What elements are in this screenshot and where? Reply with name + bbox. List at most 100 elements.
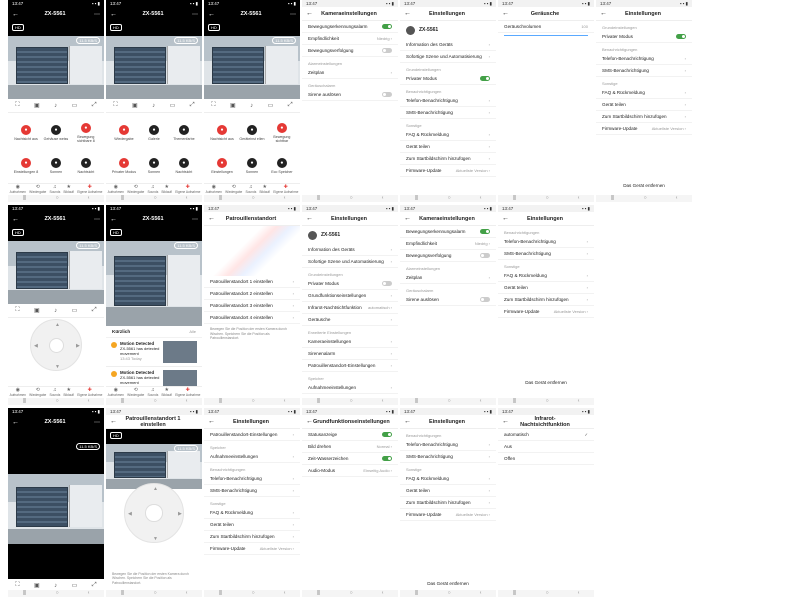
back-nav-icon[interactable]: ‹: [578, 398, 580, 405]
back-nav-icon[interactable]: ‹: [480, 590, 482, 597]
screenshot-icon[interactable]: ▣: [230, 102, 236, 109]
settings-row[interactable]: Zeit-Wasserzeichen: [302, 453, 398, 465]
home-icon[interactable]: ○: [448, 195, 451, 202]
feature-tile[interactable]: ● Sonnen: [41, 149, 71, 182]
recents-icon[interactable]: |||: [23, 195, 27, 202]
settings-row[interactable]: FAQ & Rückmeldung ›: [596, 87, 692, 99]
feature-tile[interactable]: ● Wiedergabe: [109, 116, 139, 149]
settings-row[interactable]: Firmware-Update Aktuellste Version ›: [204, 543, 300, 555]
bottom-nav-item[interactable]: ◉ Aufnahmen: [10, 184, 26, 195]
settings-row[interactable]: Zum Startbildschirm hinzufügen ›: [596, 111, 692, 123]
back-icon[interactable]: ←: [404, 418, 414, 425]
recents-icon[interactable]: |||: [121, 398, 125, 405]
feature-tile[interactable]: ● Nachtsicht aus: [11, 116, 41, 149]
bottom-nav-item[interactable]: ◉ Aufnahmen: [206, 184, 222, 195]
microphone-icon[interactable]: ♪: [54, 308, 57, 314]
bottom-nav-item[interactable]: ★ Bildaufl: [260, 184, 270, 195]
record-icon[interactable]: ▭: [72, 582, 78, 589]
home-icon[interactable]: ○: [448, 398, 451, 405]
settings-row[interactable]: Privater Modus: [302, 278, 398, 290]
back-icon[interactable]: ←: [12, 419, 22, 426]
option-row[interactable]: Aus: [498, 441, 594, 453]
arrow-icon[interactable]: ▲: [153, 486, 158, 492]
arrow-icon[interactable]: ▼: [55, 364, 60, 370]
settings-row[interactable]: Telefon-Benachrichtigung ›: [498, 236, 594, 248]
more-icon[interactable]: ⋯: [186, 11, 198, 18]
recents-icon[interactable]: |||: [317, 195, 321, 202]
back-icon[interactable]: ←: [208, 418, 218, 425]
settings-row[interactable]: Gerät teilen ›: [498, 282, 594, 294]
bottom-nav-item[interactable]: ✚ Eigene Aufnahme: [175, 387, 200, 398]
back-icon[interactable]: ←: [110, 11, 120, 18]
settings-row[interactable]: Zum Startbildschirm hinzufügen ›: [400, 497, 496, 509]
toggle-switch[interactable]: [480, 229, 490, 234]
home-icon[interactable]: ○: [154, 195, 157, 202]
bottom-nav-item[interactable]: ⟲ Wiedergabe: [29, 387, 46, 398]
home-icon[interactable]: ○: [154, 590, 157, 597]
screenshot-icon[interactable]: ▣: [34, 307, 40, 314]
live-video[interactable]: HD 11.5 KB/S: [8, 226, 104, 304]
home-icon[interactable]: ○: [350, 590, 353, 597]
home-icon[interactable]: ○: [448, 590, 451, 597]
arrow-icon[interactable]: ▲: [55, 322, 60, 328]
feature-tile[interactable]: ● Einstellungen: [207, 149, 237, 182]
toggle-switch[interactable]: [382, 281, 392, 286]
screenshot-icon[interactable]: ▣: [34, 582, 40, 589]
settings-row[interactable]: FAQ & Rückmeldung ›: [400, 473, 496, 485]
back-nav-icon[interactable]: ‹: [88, 590, 90, 597]
back-nav-icon[interactable]: ‹: [186, 195, 188, 202]
settings-row[interactable]: Telefon-Benachrichtigung ›: [400, 439, 496, 451]
back-nav-icon[interactable]: ‹: [578, 590, 580, 597]
recents-icon[interactable]: |||: [219, 590, 223, 597]
back-nav-icon[interactable]: ‹: [88, 398, 90, 405]
settings-row[interactable]: Aufnahmeeinstellungen ›: [302, 382, 398, 394]
live-video[interactable]: HD 11.5 KB/S: [106, 226, 202, 326]
back-icon[interactable]: ←: [306, 215, 316, 222]
toggle-switch[interactable]: [382, 24, 392, 29]
back-icon[interactable]: ←: [110, 418, 120, 425]
live-video[interactable]: HD 11.5 KB/S: [106, 429, 202, 489]
feature-tile[interactable]: ● Sonnen: [139, 149, 169, 182]
recents-icon[interactable]: |||: [121, 590, 125, 597]
microphone-icon[interactable]: ♪: [250, 103, 253, 109]
recents-icon[interactable]: |||: [415, 195, 419, 202]
record-icon[interactable]: ▭: [170, 102, 176, 109]
hd-button[interactable]: HD: [110, 24, 122, 31]
resolution-icon[interactable]: ⤢: [92, 102, 97, 109]
back-icon[interactable]: ←: [12, 216, 22, 223]
recents-icon[interactable]: |||: [415, 398, 419, 405]
settings-row[interactable]: Bewegungserkennungsalarm: [400, 226, 496, 238]
settings-row[interactable]: Zum Startbildschirm hinzufügen ›: [204, 531, 300, 543]
arrow-icon[interactable]: ▼: [153, 536, 158, 542]
bottom-nav-item[interactable]: ◉ Aufnahmen: [108, 184, 124, 195]
hd-button[interactable]: HD: [12, 24, 24, 31]
remove-device-button[interactable]: Das Gerät entfernen: [596, 180, 692, 192]
resolution-icon[interactable]: ⤢: [92, 307, 97, 314]
settings-row[interactable]: Sirene auslösen: [302, 89, 398, 101]
recents-icon[interactable]: |||: [415, 590, 419, 597]
settings-row[interactable]: Statusanzeige: [302, 429, 398, 441]
bottom-nav-item[interactable]: ✚ Eigene Aufnahme: [273, 184, 298, 195]
recents-icon[interactable]: |||: [513, 590, 517, 597]
fullscreen-icon[interactable]: ⛶: [211, 102, 215, 109]
home-icon[interactable]: ○: [350, 195, 353, 202]
settings-row[interactable]: Zum Startbildschirm hinzufügen ›: [400, 153, 496, 165]
settings-row[interactable]: Privater Modus: [596, 31, 692, 43]
toggle-switch[interactable]: [382, 92, 392, 97]
bottom-nav-item[interactable]: ★ Bildaufl: [162, 387, 172, 398]
ptz-joystick[interactable]: ▲ ▼ ◀ ▶: [124, 483, 184, 543]
home-icon[interactable]: ○: [56, 195, 59, 202]
recents-icon[interactable]: |||: [121, 195, 125, 202]
bottom-nav-item[interactable]: ♫ Sounds: [50, 184, 61, 195]
live-video[interactable]: HD 11.5 KB/S: [204, 21, 300, 99]
settings-row[interactable]: Privater Modus: [400, 73, 496, 85]
bottom-nav-item[interactable]: ✚ Eigene Aufnahme: [77, 184, 102, 195]
settings-row[interactable]: Telefon-Benachrichtigung ›: [596, 53, 692, 65]
fullscreen-icon[interactable]: ⛶: [15, 307, 19, 314]
feature-tile[interactable]: ● Gehäuse weiss: [41, 116, 71, 149]
bottom-nav-item[interactable]: ♫ Sounds: [148, 387, 159, 398]
settings-row[interactable]: FAQ & Rückmeldung ›: [400, 129, 496, 141]
arrow-icon[interactable]: ▶: [76, 343, 80, 349]
patrol-row[interactable]: Patrouillenstandort 1 einstellen ›: [204, 276, 300, 288]
settings-row[interactable]: Kameraeinstellungen ›: [302, 336, 398, 348]
